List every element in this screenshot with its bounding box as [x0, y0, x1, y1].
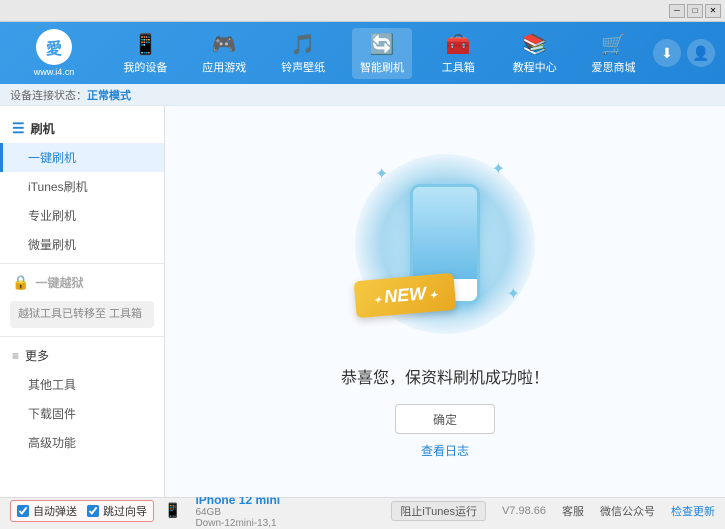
header: 愛 www.i4.cn 📱 我的设备 🎮 应用游戏 🎵 铃声壁纸 🔄 智能刷机 …	[0, 22, 725, 84]
nav-my-device[interactable]: 📱 我的设备	[115, 28, 175, 79]
sidebar-item-download-firmware[interactable]: 下载固件	[0, 399, 164, 428]
device-info: iPhone 12 mini 64GB Down-12mini-13,1	[195, 493, 280, 529]
skip-wizard-label: 跳过向导	[103, 503, 147, 519]
pro-flash-label: 专业刷机	[28, 209, 76, 223]
sparkle-3: ✦	[507, 284, 520, 304]
skip-wizard-checkbox[interactable]	[87, 505, 99, 517]
device-icon: 📱	[133, 32, 158, 57]
bottom-right: 阻止iTunes运行 V7.98.66 客服 微信公众号 检查更新	[391, 501, 715, 521]
jailbreak-section-label: 一键越狱	[35, 274, 83, 291]
device-phone-icon: 📱	[164, 502, 181, 519]
toolbox-icon: 🧰	[446, 32, 471, 57]
bottom-bar: 自动弹送 跳过向导 📱 iPhone 12 mini 64GB Down-12m…	[0, 497, 725, 523]
user-button[interactable]: 👤	[687, 39, 715, 67]
nav-apps-label: 应用游戏	[202, 59, 246, 75]
status-bar: 设备连接状态： 正常模式	[0, 84, 725, 106]
one-key-flash-label: 一键刷机	[28, 151, 76, 165]
nav-wallpaper-label: 铃声壁纸	[281, 59, 325, 75]
nav-toolbox-label: 工具箱	[442, 59, 475, 75]
apps-icon: 🎮	[212, 32, 237, 57]
nav-wallpaper[interactable]: 🎵 铃声壁纸	[273, 28, 333, 79]
sidebar-item-micro-flash[interactable]: 微量刷机	[0, 230, 164, 259]
maximize-button[interactable]: □	[687, 4, 703, 18]
wallpaper-icon: 🎵	[291, 32, 316, 57]
micro-flash-label: 微量刷机	[28, 238, 76, 252]
other-tools-label: 其他工具	[28, 378, 76, 392]
tutorial-icon: 📚	[522, 32, 547, 57]
success-panel: ✦ ✦ ✦ NEW 恭喜您，保资料刷机成功啦！ 确定 查看日志	[321, 124, 569, 479]
phone-illustration: ✦ ✦ ✦ NEW	[345, 144, 545, 344]
nav-bar: 📱 我的设备 🎮 应用游戏 🎵 铃声壁纸 🔄 智能刷机 🧰 工具箱 📚 教程中心…	[106, 28, 653, 79]
nav-my-device-label: 我的设备	[123, 59, 167, 75]
more-section-label: 更多	[25, 347, 49, 364]
sidebar-item-advanced[interactable]: 高级功能	[0, 428, 164, 457]
content-area: ✦ ✦ ✦ NEW 恭喜您，保资料刷机成功啦！ 确定 查看日志	[165, 106, 725, 497]
bottom-left: 自动弹送 跳过向导 📱 iPhone 12 mini 64GB Down-12m…	[10, 493, 280, 529]
auto-launch-checkbox[interactable]	[17, 505, 29, 517]
support-link[interactable]: 客服	[562, 503, 584, 519]
sparkle-1: ✦	[375, 164, 388, 184]
jailbreak-section-title: 🔒 一键越狱	[0, 268, 164, 297]
nav-toolbox[interactable]: 🧰 工具箱	[431, 28, 486, 79]
phone-speaker	[430, 228, 460, 232]
success-text: 恭喜您，保资料刷机成功啦！	[341, 364, 549, 388]
nav-tutorial[interactable]: 📚 教程中心	[505, 28, 565, 79]
sidebar: ☰ 刷机 一键刷机 iTunes刷机 专业刷机 微量刷机 🔒 一键越狱 越狱工具…	[0, 106, 165, 497]
flash-section-title: ☰ 刷机	[0, 114, 164, 143]
logo-circle: 愛	[36, 29, 72, 65]
nav-tutorial-label: 教程中心	[513, 59, 557, 75]
flash-section-label: 刷机	[31, 120, 55, 137]
logo: 愛 www.i4.cn	[10, 29, 98, 77]
main-container: ☰ 刷机 一键刷机 iTunes刷机 专业刷机 微量刷机 🔒 一键越狱 越狱工具…	[0, 106, 725, 497]
nav-shop-label: 爱思商城	[591, 59, 635, 75]
advanced-label: 高级功能	[28, 436, 76, 450]
sidebar-item-itunes-flash[interactable]: iTunes刷机	[0, 172, 164, 201]
sidebar-item-pro-flash[interactable]: 专业刷机	[0, 201, 164, 230]
download-button[interactable]: ⬇	[653, 39, 681, 67]
confirm-button[interactable]: 确定	[395, 404, 495, 434]
logo-sub: www.i4.cn	[34, 67, 75, 77]
sidebar-divider-1	[0, 263, 164, 264]
version-label: V7.98.66	[502, 505, 546, 517]
view-log-link[interactable]: 查看日志	[421, 442, 469, 459]
stop-itunes-button[interactable]: 阻止iTunes运行	[391, 501, 486, 521]
title-bar: ─ □ ✕	[0, 0, 725, 22]
flash-section-icon: ☰	[12, 120, 25, 137]
device-model: Down-12mini-13,1	[195, 518, 280, 529]
checkbox-group: 自动弹送 跳过向导	[10, 500, 154, 522]
sidebar-divider-2	[0, 336, 164, 337]
nav-smart-flash[interactable]: 🔄 智能刷机	[352, 28, 412, 79]
sidebar-item-other-tools[interactable]: 其他工具	[0, 370, 164, 399]
status-value: 正常模式	[87, 87, 131, 103]
notice-text: 越狱工具已转移至 工具箱	[18, 308, 142, 320]
lock-icon: 🔒	[12, 274, 29, 291]
more-section-title: ≡ 更多	[0, 341, 164, 370]
sidebar-item-one-key-flash[interactable]: 一键刷机	[0, 143, 164, 172]
wechat-link[interactable]: 微信公众号	[600, 503, 655, 519]
minimize-button[interactable]: ─	[669, 4, 685, 18]
status-label: 设备连接状态：	[10, 87, 87, 103]
download-firmware-label: 下载固件	[28, 407, 76, 421]
itunes-flash-label: iTunes刷机	[28, 180, 88, 194]
device-capacity: 64GB	[195, 507, 280, 518]
nav-apps-games[interactable]: 🎮 应用游戏	[194, 28, 254, 79]
more-icon: ≡	[12, 349, 19, 363]
device-info-group: 📱 iPhone 12 mini 64GB Down-12mini-13,1	[164, 493, 280, 529]
phone-screen	[413, 187, 477, 279]
nav-flash-label: 智能刷机	[360, 59, 404, 75]
flash-icon: 🔄	[370, 32, 395, 57]
shop-icon: 🛒	[601, 32, 626, 57]
sparkle-2: ✦	[492, 159, 505, 179]
nav-shop[interactable]: 🛒 爱思商城	[583, 28, 643, 79]
header-actions: ⬇ 👤	[653, 39, 715, 67]
auto-launch-label: 自动弹送	[33, 503, 77, 519]
close-button[interactable]: ✕	[705, 4, 721, 18]
update-link[interactable]: 检查更新	[671, 503, 715, 519]
jailbreak-notice: 越狱工具已转移至 工具箱	[10, 301, 154, 328]
